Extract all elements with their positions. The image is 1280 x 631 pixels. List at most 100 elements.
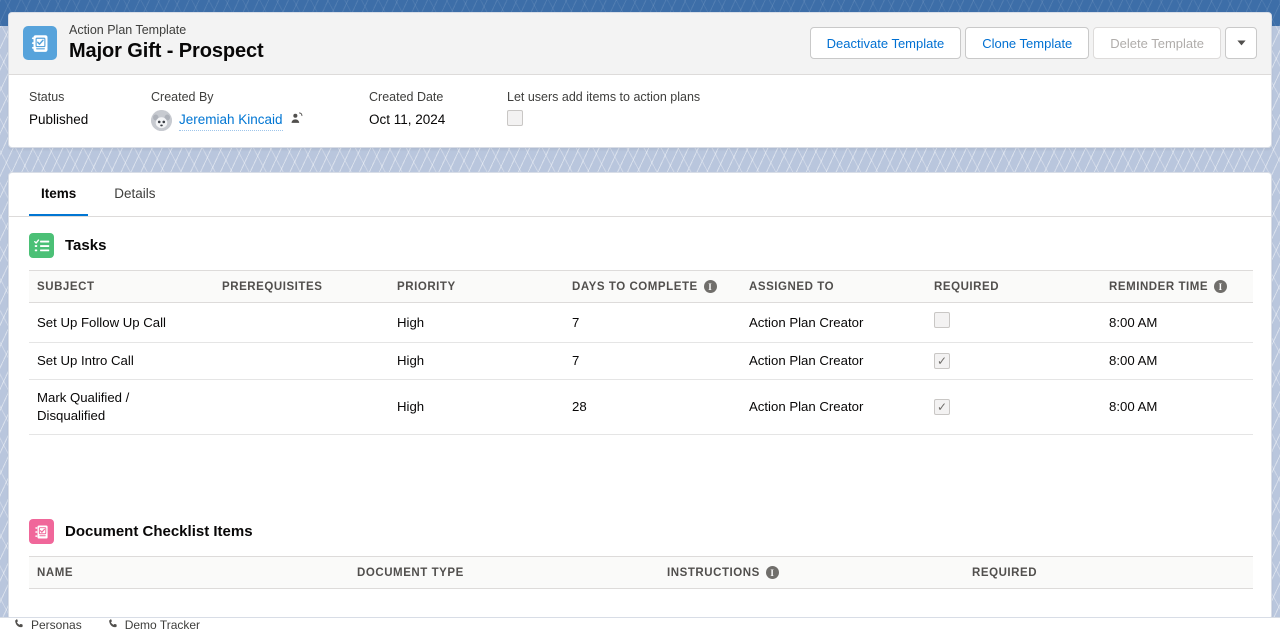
user-preview-icon[interactable] bbox=[290, 111, 303, 131]
avatar bbox=[151, 110, 172, 131]
object-type-label: Action Plan Template bbox=[69, 23, 187, 37]
info-icon[interactable]: i bbox=[765, 566, 779, 579]
field-created-date: Created Date Oct 11, 2024 bbox=[369, 88, 507, 131]
tasks-table-header-row: Subject Prerequisites Priority Days to C… bbox=[29, 270, 1253, 303]
task-priority: High bbox=[389, 342, 564, 380]
deactivate-template-button[interactable]: Deactivate Template bbox=[809, 27, 962, 59]
field-created-by-label: Created By bbox=[151, 90, 214, 104]
documents-col-document-type-label: Document Type bbox=[357, 566, 464, 579]
field-let-users-add-items-value bbox=[507, 110, 700, 126]
task-prerequisites bbox=[214, 342, 389, 380]
required-checkbox[interactable]: ✓ bbox=[934, 399, 950, 415]
task-priority: High bbox=[389, 302, 564, 343]
utility-item-personas[interactable]: Personas bbox=[14, 618, 82, 631]
info-icon[interactable]: i bbox=[703, 280, 717, 293]
task-subject: Set Up Follow Up Call bbox=[29, 302, 214, 343]
task-assigned-to: Action Plan Creator bbox=[741, 302, 926, 343]
tasks-table-body: Set Up Follow Up Call High 7 Action Plan… bbox=[29, 302, 1253, 435]
tasks-col-assigned-to[interactable]: Assigned To bbox=[741, 270, 926, 303]
record-detail-fields: Status Published Created By Jeremiah Kin… bbox=[9, 75, 1271, 147]
task-required bbox=[926, 302, 1101, 343]
task-assigned-to: Action Plan Creator bbox=[741, 379, 926, 435]
field-let-users-add-items: Let users add items to action plans bbox=[507, 88, 724, 131]
documents-table-header-row: Name Document Type Instructions i Require… bbox=[29, 556, 1253, 589]
task-prerequisites bbox=[214, 302, 389, 343]
info-icon[interactable]: i bbox=[1214, 280, 1228, 293]
tasks-col-prerequisites-label: Prerequisites bbox=[222, 280, 323, 293]
task-subject: Mark Qualified / Disqualified bbox=[29, 379, 214, 435]
record-header-top: Action Plan Template Major Gift - Prospe… bbox=[9, 13, 1271, 75]
check-icon: ✓ bbox=[936, 354, 948, 368]
record-titles: Action Plan Template Major Gift - Prospe… bbox=[69, 22, 264, 64]
task-days-to-complete: 28 bbox=[564, 379, 741, 435]
task-prerequisites bbox=[214, 379, 389, 435]
task-reminder-time: 8:00 AM bbox=[1101, 302, 1253, 343]
tasks-col-reminder-time-label: Reminder Time bbox=[1109, 280, 1209, 293]
utility-item-demo-tracker-label: Demo Tracker bbox=[124, 618, 201, 631]
tasks-section-header: Tasks bbox=[29, 217, 1251, 270]
created-by-link[interactable]: Jeremiah Kincaid bbox=[179, 110, 283, 131]
tasks-col-days-to-complete[interactable]: Days to Complete i bbox=[564, 270, 741, 303]
tasks-col-prerequisites[interactable]: Prerequisites bbox=[214, 270, 389, 303]
task-days-to-complete: 7 bbox=[564, 302, 741, 343]
documents-col-name-label: Name bbox=[37, 566, 74, 579]
field-created-date-value: Oct 11, 2024 bbox=[369, 112, 446, 127]
tab-items[interactable]: Items bbox=[29, 173, 89, 216]
document-checklist-icon bbox=[29, 519, 54, 544]
task-reminder-time: 8:00 AM bbox=[1101, 379, 1253, 435]
field-status: Status Published bbox=[29, 88, 151, 131]
documents-col-required-label: Required bbox=[972, 566, 1038, 579]
task-days-to-complete: 7 bbox=[564, 342, 741, 380]
documents-section-header: Document Checklist Items bbox=[29, 503, 1251, 556]
tasks-col-required-label: Required bbox=[934, 280, 1000, 293]
tasks-col-priority[interactable]: Priority bbox=[389, 270, 564, 303]
items-card: Items Details Tasks SUBJECT PREREQUISITE… bbox=[8, 172, 1272, 620]
tasks-col-subject[interactable]: Subject bbox=[29, 270, 214, 303]
documents-col-required[interactable]: Required bbox=[964, 556, 1253, 589]
check-icon: ✓ bbox=[936, 400, 948, 414]
utility-item-personas-label: Personas bbox=[31, 618, 82, 631]
tab-details[interactable]: Details bbox=[102, 173, 167, 216]
task-required: ✓ bbox=[926, 342, 1101, 380]
tasks-table: Subject Prerequisites Priority Days to C… bbox=[29, 270, 1253, 435]
documents-empty-message: No records to display bbox=[29, 589, 1251, 619]
task-reminder-time: 8:00 AM bbox=[1101, 342, 1253, 380]
task-subject-text: Mark Qualified / Disqualified bbox=[37, 390, 130, 423]
task-assigned-to: Action Plan Creator bbox=[741, 342, 926, 380]
required-checkbox[interactable] bbox=[934, 312, 950, 328]
more-actions-button[interactable] bbox=[1225, 27, 1257, 59]
clone-template-button[interactable]: Clone Template bbox=[965, 27, 1090, 59]
utility-item-demo-tracker[interactable]: Demo Tracker bbox=[108, 618, 200, 631]
documents-col-document-type[interactable]: Document Type bbox=[349, 556, 659, 589]
table-row[interactable]: Set Up Intro Call High 7 Action Plan Cre… bbox=[29, 342, 1253, 380]
let-users-add-items-checkbox[interactable] bbox=[507, 110, 523, 126]
tasks-col-subject-label: Subject bbox=[37, 280, 95, 293]
page-title: Major Gift - Prospect bbox=[69, 40, 264, 62]
documents-col-name[interactable]: Name bbox=[29, 556, 349, 589]
call-icon bbox=[108, 618, 119, 631]
field-created-by: Created By Jeremiah Kincaid bbox=[151, 88, 369, 131]
record-header: Action Plan Template Major Gift - Prospe… bbox=[8, 12, 1272, 148]
action-plan-template-icon bbox=[23, 26, 57, 60]
page-root: Action Plan Template Major Gift - Prospe… bbox=[0, 0, 1280, 631]
documents-section-title: Document Checklist Items bbox=[65, 523, 253, 540]
field-created-date-label: Created Date bbox=[369, 90, 444, 104]
tab-bar: Items Details bbox=[9, 173, 1271, 217]
tasks-col-required[interactable]: Required bbox=[926, 270, 1101, 303]
tasks-col-priority-label: Priority bbox=[397, 280, 456, 293]
documents-col-instructions-label: Instructions bbox=[667, 566, 760, 579]
task-priority: High bbox=[389, 379, 564, 435]
tasks-col-days-to-complete-label: Days to Complete bbox=[572, 280, 698, 293]
delete-template-button: Delete Template bbox=[1093, 27, 1221, 59]
task-subject: Set Up Intro Call bbox=[29, 342, 214, 380]
documents-table: Name Document Type Instructions i Require… bbox=[29, 556, 1253, 589]
tasks-col-reminder-time[interactable]: Reminder Time i bbox=[1101, 270, 1253, 303]
required-checkbox[interactable]: ✓ bbox=[934, 353, 950, 369]
table-row[interactable]: Mark Qualified / Disqualified High 28 Ac… bbox=[29, 379, 1253, 435]
documents-col-instructions[interactable]: Instructions i bbox=[659, 556, 964, 589]
record-identity: Action Plan Template Major Gift - Prospe… bbox=[23, 22, 264, 64]
table-row[interactable]: Set Up Follow Up Call High 7 Action Plan… bbox=[29, 302, 1253, 343]
tasks-section: Tasks Subject Prerequisites Priority Day… bbox=[9, 217, 1271, 435]
utility-bar: Personas Demo Tracker bbox=[0, 617, 1280, 631]
documents-section: Document Checklist Items Name Document T… bbox=[9, 503, 1271, 619]
